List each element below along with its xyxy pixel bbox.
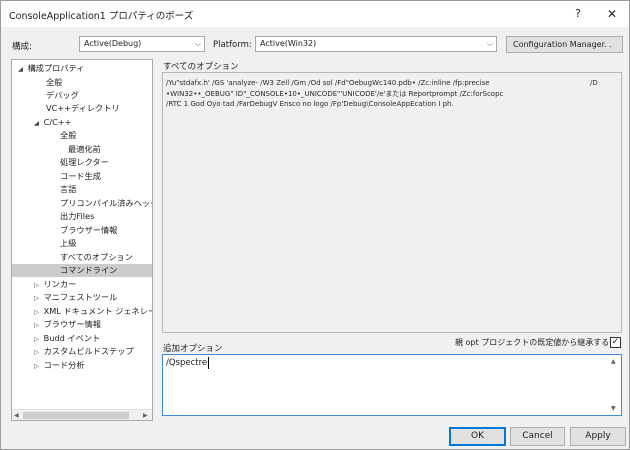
- all-options-suffix: /D: [590, 79, 598, 87]
- tree-item-advanced[interactable]: 上級: [12, 237, 152, 250]
- tree-item-label: コード分析: [43, 360, 85, 370]
- platform-value: Active(Win32): [260, 39, 317, 48]
- chevron-down-icon: ⌵: [486, 39, 493, 48]
- collapse-icon[interactable]: ◢: [32, 117, 41, 129]
- apply-button[interactable]: Apply: [570, 427, 626, 446]
- configuration-value: Active(Debug): [84, 39, 142, 48]
- scroll-down-icon[interactable]: ▼: [611, 405, 616, 412]
- tree-item-custom-build-step[interactable]: ▷ カスタムビルドステップ: [12, 345, 152, 358]
- help-button[interactable]: ?: [567, 4, 589, 24]
- expand-icon[interactable]: ▷: [32, 333, 41, 345]
- tree-item-label: マニフェストツール: [43, 292, 118, 302]
- tree-item-label: コード生成: [60, 171, 101, 181]
- tree-item-code-analysis[interactable]: ▷ コード分析: [12, 359, 152, 372]
- tree-item-browse-information-2[interactable]: ▷ ブラウザー情報: [12, 318, 152, 331]
- tree-item-xml-document-generator[interactable]: ▷ XML ドキュメント ジェネレーター: [12, 305, 152, 318]
- tree-item-label: 最適化前: [68, 144, 101, 154]
- configuration-label: 構成:: [12, 42, 32, 52]
- tree-item-browse-information[interactable]: ブラウザー情報: [12, 224, 152, 237]
- text-cursor: [208, 357, 209, 369]
- tree-item-label: 全般: [46, 77, 63, 87]
- tree-item-label: 言語: [60, 184, 77, 194]
- expand-icon[interactable]: ▷: [32, 346, 41, 358]
- tree-item-cpp-general[interactable]: 全般: [12, 129, 152, 142]
- tree-item-label: 全般: [60, 130, 77, 140]
- title-bar: ConsoleApplication1 プロパティのボーズ ? ✕: [1, 1, 629, 27]
- scroll-right-icon[interactable]: ▶: [143, 410, 148, 420]
- platform-label: Platform:: [213, 40, 252, 50]
- inherit-checkbox[interactable]: ✓: [610, 337, 621, 348]
- window-title: ConsoleApplication1 プロパティのボーズ: [9, 11, 194, 22]
- property-pages-dialog: ConsoleApplication1 プロパティのボーズ ? ✕ 構成: Ac…: [0, 0, 630, 450]
- tree-item-optimization[interactable]: 最適化前: [12, 143, 152, 156]
- expand-icon[interactable]: ▷: [32, 360, 41, 372]
- scroll-left-icon[interactable]: ◀: [14, 410, 19, 420]
- tree-item-preprocessor[interactable]: 処理レクター: [12, 156, 152, 169]
- additional-options-input[interactable]: /Qspectre ▲ ▼: [162, 354, 622, 416]
- tree-item-label: VC++ディレクトリ: [46, 103, 120, 113]
- close-button[interactable]: ✕: [601, 4, 623, 24]
- tree-item-label: 構成プロパティ: [27, 63, 85, 73]
- tree-item-label: 出力Files: [60, 211, 95, 221]
- tree-item-debugging[interactable]: デバッグ: [12, 89, 152, 102]
- tree-item-label: コマンドライン: [60, 265, 118, 275]
- expand-icon[interactable]: ▷: [32, 319, 41, 331]
- additional-options-label: 追加オプション: [163, 344, 223, 354]
- tree-item-label: デバッグ: [46, 90, 79, 100]
- tree-item-label: C/C++: [43, 117, 72, 127]
- inherit-label: 親 opt プロジェクトの既定値から継承する: [455, 338, 610, 347]
- tree-horizontal-scrollbar[interactable]: ◀ ▶: [12, 409, 152, 420]
- tree-item-label: XML ドキュメント ジェネレーター: [43, 306, 152, 316]
- tree-item-label: カスタムビルドステップ: [43, 346, 134, 356]
- collapse-icon[interactable]: ◢: [16, 63, 25, 75]
- scrollbar-thumb[interactable]: [23, 412, 129, 419]
- all-options-label: すべてのオプション: [163, 62, 239, 72]
- tree-item-configuration-properties[interactable]: ◢ 構成プロパティ: [12, 62, 152, 75]
- scroll-up-icon[interactable]: ▲: [611, 358, 616, 365]
- tree-item-linker[interactable]: ▷ リンカー: [12, 278, 152, 291]
- tree-item-general[interactable]: 全般: [12, 76, 152, 89]
- expand-icon[interactable]: ▷: [32, 279, 41, 291]
- check-icon: ✓: [611, 337, 620, 347]
- cancel-button[interactable]: Cancel: [510, 427, 565, 446]
- tree-item-code-generation[interactable]: コード生成: [12, 170, 152, 183]
- all-options-line: •WIN32••_OEBUG" ID"_CONSOLE•10•_UNICODE"…: [166, 90, 504, 98]
- tree-item-c-cpp[interactable]: ◢ C/C++: [12, 116, 152, 129]
- additional-options-scrollbar[interactable]: ▲ ▼: [610, 356, 620, 414]
- property-tree[interactable]: ◢ 構成プロパティ 全般 デバッグ VC++ディレクトリ ◢ C/C++ 全般 …: [11, 59, 153, 421]
- tree-item-language[interactable]: 言語: [12, 183, 152, 196]
- tree-item-label: Budd イベント: [43, 333, 101, 343]
- tree-item-label: リンカー: [43, 279, 77, 289]
- tree-item-build-events[interactable]: ▷ Budd イベント: [12, 332, 152, 345]
- chevron-down-icon: ⌵: [194, 39, 201, 48]
- expand-icon[interactable]: ▷: [32, 306, 41, 318]
- tree-item-label: すべてのオプション: [60, 252, 133, 262]
- configuration-dropdown[interactable]: Active(Debug) ⌵: [79, 36, 205, 52]
- tree-item-precompiled-headers[interactable]: プリコンパイル済みヘッダー: [12, 197, 152, 210]
- tree-item-vc-directories[interactable]: VC++ディレクトリ: [12, 102, 152, 115]
- tree-item-label: ブラウザー情報: [43, 319, 101, 329]
- additional-options-value: /Qspectre: [166, 358, 208, 368]
- all-options-line: /Yu"stdafx.h' /GS 'analyze- /W3 Zell /Gm…: [166, 79, 490, 87]
- tree-item-output-files[interactable]: 出力Files: [12, 210, 152, 223]
- tree-item-label: 上級: [60, 238, 77, 248]
- tree-item-manifest-tool[interactable]: ▷ マニフェストツール: [12, 291, 152, 304]
- all-options-textbox[interactable]: /Yu"stdafx.h' /GS 'analyze- /W3 Zell /Gm…: [162, 72, 622, 333]
- all-options-line: /RTC 1 God Oyo tad /FarDebugV Ensco no l…: [166, 100, 454, 108]
- platform-dropdown[interactable]: Active(Win32) ⌵: [255, 36, 497, 52]
- tree-item-label: プリコンパイル済みヘッダー: [60, 198, 152, 208]
- configuration-manager-button[interactable]: Configuration Manager. .: [506, 36, 623, 53]
- tree-item-label: ブラウザー情報: [60, 225, 118, 235]
- tree-item-all-options[interactable]: すべてのオプション: [12, 251, 152, 264]
- tree-item-label: 処理レクター: [60, 157, 109, 167]
- ok-button[interactable]: OK: [449, 427, 506, 446]
- tree-item-command-line[interactable]: コマンドライン: [12, 264, 152, 277]
- expand-icon[interactable]: ▷: [32, 292, 41, 304]
